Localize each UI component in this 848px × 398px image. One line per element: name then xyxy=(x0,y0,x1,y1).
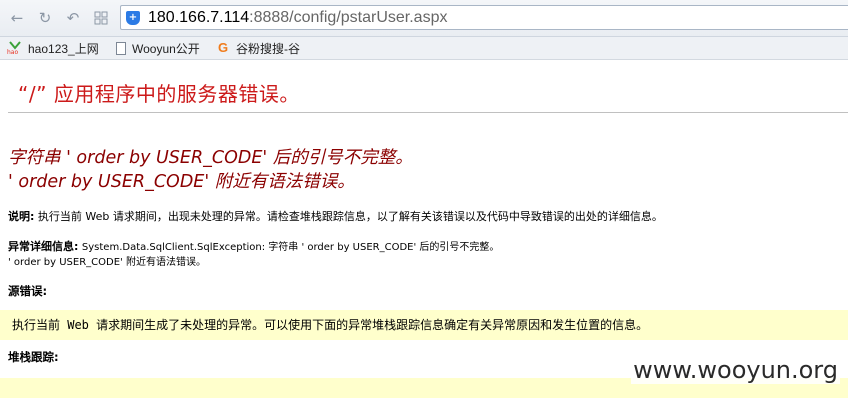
url-path: :8888/config/pstarUser.aspx xyxy=(249,8,448,26)
address-bar[interactable]: + 180.166.7.114:8888/config/pstarUser.as… xyxy=(120,5,848,30)
reload-icon[interactable]: ↻ xyxy=(36,9,54,27)
svg-text:hao: hao xyxy=(7,49,18,55)
description-text: 执行当前 Web 请求期间，出现未处理的异常。请检查堆栈跟踪信息，以了解有关该错… xyxy=(37,210,663,223)
error-message-line2: ' order by USER_CODE' 附近有语法错误。 xyxy=(8,172,355,192)
bookmark-gufen[interactable]: G 谷粉搜搜-谷 xyxy=(218,40,300,56)
page-title: “/” 应用程序中的服务器错误。 xyxy=(18,82,300,106)
source-error-box: 执行当前 Web 请求期间生成了未处理的异常。可以使用下面的异常堆栈跟踪信息确定… xyxy=(0,310,848,340)
undo-icon[interactable]: ↶ xyxy=(64,9,82,27)
exception-text: System.Data.SqlClient.SqlException: 字符串 … xyxy=(81,242,500,253)
g-icon: G xyxy=(218,40,229,55)
divider xyxy=(8,112,848,113)
grid-icon[interactable] xyxy=(92,9,110,27)
bookmark-label: hao123_上网 xyxy=(28,41,99,56)
source-error-text: 执行当前 Web 请求期间生成了未处理的异常。可以使用下面的异常堆栈跟踪信息确定… xyxy=(12,318,649,332)
security-shield-icon: + xyxy=(126,10,140,25)
bookmark-wooyun[interactable]: Wooyun公开 xyxy=(116,40,200,56)
page-content: “/” 应用程序中的服务器错误。 字符串 ' order by USER_COD… xyxy=(0,60,848,398)
hao123-icon: hao xyxy=(7,41,23,56)
source-error-label: 源错误: xyxy=(8,284,48,298)
browser-toolbar: ← ↻ ↶ + 180.166.7.114:8888/config/pstarU… xyxy=(0,0,848,37)
bookmark-hao123[interactable]: hao hao123_上网 xyxy=(7,40,99,56)
description-label: 说明: xyxy=(8,210,35,223)
exception-text-line2: ' order by USER_CODE' 附近有语法错误。 xyxy=(8,257,206,268)
url-host: 180.166.7.114 xyxy=(148,8,250,26)
error-message-line1: 字符串 ' order by USER_CODE' 后的引号不完整。 xyxy=(8,148,413,168)
bookmark-label: 谷粉搜搜-谷 xyxy=(236,41,300,56)
bookmarks-bar: hao hao123_上网 Wooyun公开 G 谷粉搜搜-谷 xyxy=(0,37,848,60)
exception-label: 异常详细信息: xyxy=(8,240,79,253)
bookmark-label: Wooyun公开 xyxy=(132,41,200,56)
stack-trace-label: 堆栈跟踪: xyxy=(8,350,59,364)
exception-details: 异常详细信息: System.Data.SqlClient.SqlExcepti… xyxy=(8,238,499,254)
back-icon[interactable]: ← xyxy=(8,9,26,27)
description: 说明: 执行当前 Web 请求期间，出现未处理的异常。请检查堆栈跟踪信息，以了解… xyxy=(8,208,663,224)
watermark: www.wooyun.org xyxy=(631,356,840,384)
page-icon xyxy=(116,41,126,55)
